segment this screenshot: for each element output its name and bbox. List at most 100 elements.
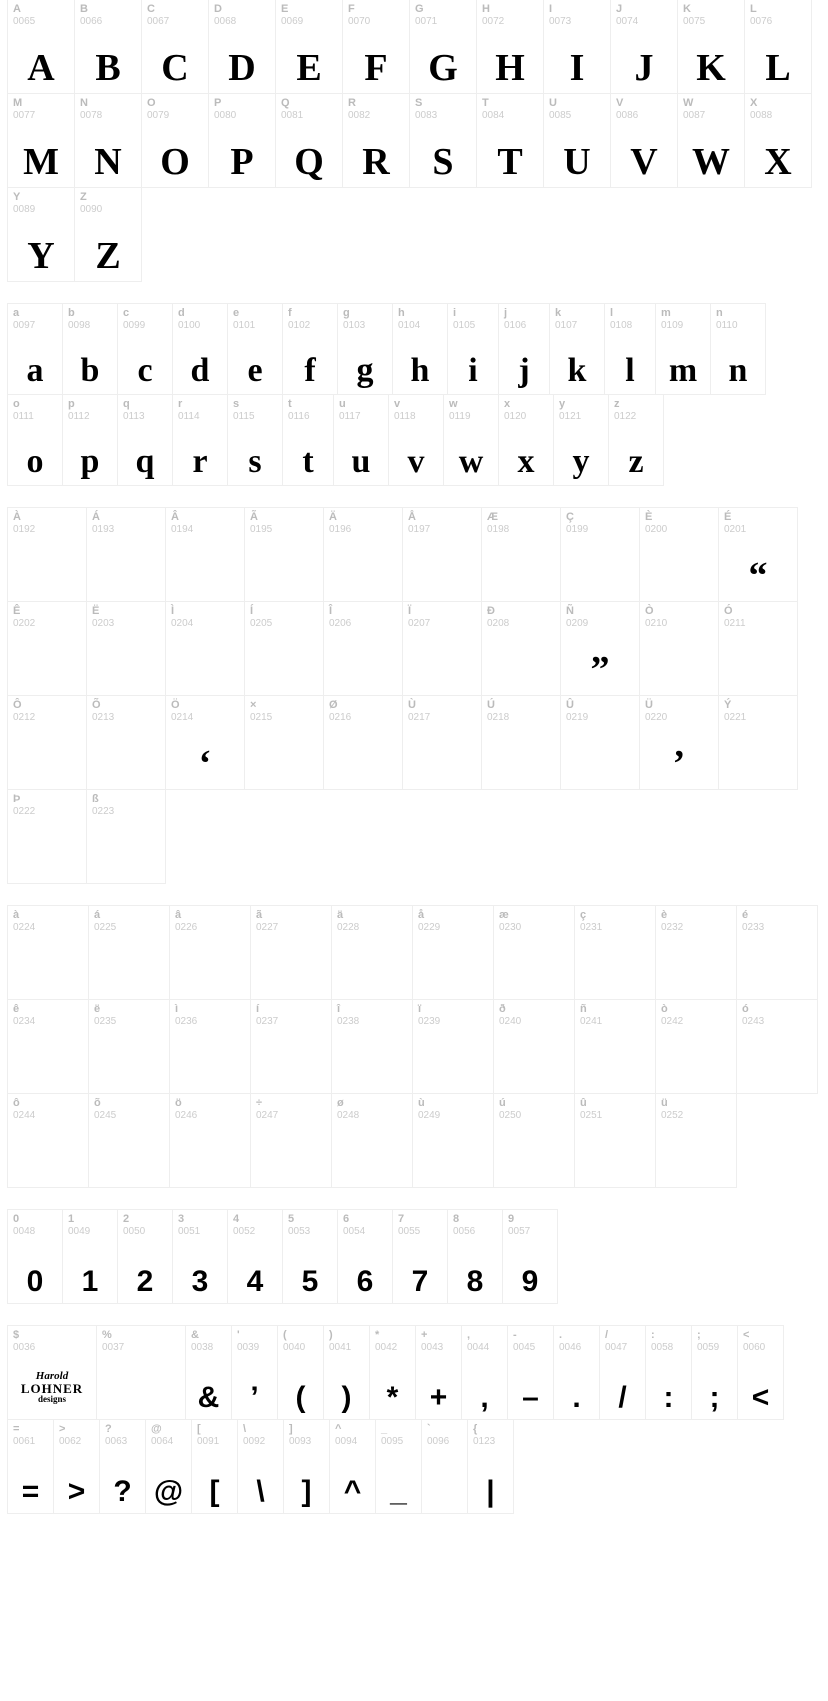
glyph-cell[interactable]: Y0089Y [7, 187, 75, 282]
glyph-cell[interactable]: 000480 [7, 1209, 63, 1304]
glyph-cell[interactable]: Ö0214‘ [165, 695, 245, 790]
glyph-cell[interactable]: (0040( [277, 1325, 324, 1420]
glyph-cell[interactable]: \0092\ [237, 1419, 284, 1514]
glyph-cell[interactable]: å0229 [412, 905, 494, 1000]
glyph-cell[interactable]: E0069E [275, 0, 343, 94]
glyph-cell[interactable]: ó0243 [736, 999, 818, 1094]
glyph-cell[interactable]: $0036HaroldLOHNERdesigns [7, 1325, 97, 1420]
glyph-cell[interactable]: r0114r [172, 394, 228, 486]
glyph-cell[interactable]: %0037 [96, 1325, 186, 1420]
glyph-cell[interactable]: ü0252 [655, 1093, 737, 1188]
glyph-cell[interactable]: y0121y [553, 394, 609, 486]
glyph-cell[interactable]: O0079O [141, 93, 209, 188]
glyph-cell[interactable]: 900579 [502, 1209, 558, 1304]
glyph-cell[interactable]: +0043+ [415, 1325, 462, 1420]
glyph-cell[interactable]: â0226 [169, 905, 251, 1000]
glyph-cell[interactable]: n0110n [710, 303, 766, 395]
glyph-cell[interactable]: ß0223 [86, 789, 166, 884]
glyph-cell[interactable]: Î0206 [323, 601, 403, 696]
glyph-cell[interactable]: ù0249 [412, 1093, 494, 1188]
glyph-cell[interactable]: 300513 [172, 1209, 228, 1304]
glyph-cell[interactable]: Â0194 [165, 507, 245, 602]
glyph-cell[interactable]: æ0230 [493, 905, 575, 1000]
glyph-cell[interactable]: Ë0203 [86, 601, 166, 696]
glyph-cell[interactable]: o0111o [7, 394, 63, 486]
glyph-cell[interactable]: ,0044, [461, 1325, 508, 1420]
glyph-cell[interactable]: 200502 [117, 1209, 173, 1304]
glyph-cell[interactable]: Ì0204 [165, 601, 245, 696]
glyph-cell[interactable]: Ü0220’ [639, 695, 719, 790]
glyph-cell[interactable]: P0080P [208, 93, 276, 188]
glyph-cell[interactable]: m0109m [655, 303, 711, 395]
glyph-cell[interactable]: X0088X [744, 93, 812, 188]
glyph-cell[interactable]: '0039’ [231, 1325, 278, 1420]
glyph-cell[interactable]: È0200 [639, 507, 719, 602]
glyph-cell[interactable]: Q0081Q [275, 93, 343, 188]
glyph-cell[interactable]: b0098b [62, 303, 118, 395]
glyph-cell[interactable]: Ý0221 [718, 695, 798, 790]
glyph-cell[interactable]: j0106j [498, 303, 550, 395]
glyph-cell[interactable]: ø0248 [331, 1093, 413, 1188]
glyph-cell[interactable]: 800568 [447, 1209, 503, 1304]
glyph-cell[interactable]: A0065A [7, 0, 75, 94]
glyph-cell[interactable]: v0118v [388, 394, 444, 486]
glyph-cell[interactable]: É0201“ [718, 507, 798, 602]
glyph-cell[interactable]: ?0063? [99, 1419, 146, 1514]
glyph-cell[interactable]: Ø0216 [323, 695, 403, 790]
glyph-cell[interactable]: 100491 [62, 1209, 118, 1304]
glyph-cell[interactable]: ð0240 [493, 999, 575, 1094]
glyph-cell[interactable]: À0192 [7, 507, 87, 602]
glyph-cell[interactable]: f0102f [282, 303, 338, 395]
glyph-cell[interactable]: ê0234 [7, 999, 89, 1094]
glyph-cell[interactable]: a0097a [7, 303, 63, 395]
glyph-cell[interactable]: =0061= [7, 1419, 54, 1514]
glyph-cell[interactable]: M0077M [7, 93, 75, 188]
glyph-cell[interactable]: Ó0211 [718, 601, 798, 696]
glyph-cell[interactable]: @0064@ [145, 1419, 192, 1514]
glyph-cell[interactable]: ö0246 [169, 1093, 251, 1188]
glyph-cell[interactable]: Þ0222 [7, 789, 87, 884]
glyph-cell[interactable]: z0122z [608, 394, 664, 486]
glyph-cell[interactable]: 700557 [392, 1209, 448, 1304]
glyph-cell[interactable]: -0045– [507, 1325, 554, 1420]
glyph-cell[interactable]: è0232 [655, 905, 737, 1000]
glyph-cell[interactable]: à0224 [7, 905, 89, 1000]
glyph-cell[interactable]: ;0059; [691, 1325, 738, 1420]
glyph-cell[interactable]: ]0093] [283, 1419, 330, 1514]
glyph-cell[interactable]: ò0242 [655, 999, 737, 1094]
glyph-cell[interactable]: 600546 [337, 1209, 393, 1304]
glyph-cell[interactable]: ï0239 [412, 999, 494, 1094]
glyph-cell[interactable]: d0100d [172, 303, 228, 395]
glyph-cell[interactable]: `0096 [421, 1419, 468, 1514]
glyph-cell[interactable]: Õ0213 [86, 695, 166, 790]
glyph-cell[interactable]: ñ0241 [574, 999, 656, 1094]
glyph-cell[interactable]: L0076L [744, 0, 812, 94]
glyph-cell[interactable]: Ã0195 [244, 507, 324, 602]
glyph-cell[interactable]: :0058: [645, 1325, 692, 1420]
glyph-cell[interactable]: .0046. [553, 1325, 600, 1420]
glyph-cell[interactable]: >0062> [53, 1419, 100, 1514]
glyph-cell[interactable]: Ä0196 [323, 507, 403, 602]
glyph-cell[interactable]: B0066B [74, 0, 142, 94]
glyph-cell[interactable]: W0087W [677, 93, 745, 188]
glyph-cell[interactable]: Ê0202 [7, 601, 87, 696]
glyph-cell[interactable]: k0107k [549, 303, 605, 395]
glyph-cell[interactable]: Ò0210 [639, 601, 719, 696]
glyph-cell[interactable]: ÷0247 [250, 1093, 332, 1188]
glyph-cell[interactable]: w0119w [443, 394, 499, 486]
glyph-cell[interactable]: &0038& [185, 1325, 232, 1420]
glyph-cell[interactable]: {0123| [467, 1419, 514, 1514]
glyph-cell[interactable]: Ð0208 [481, 601, 561, 696]
glyph-cell[interactable]: 500535 [282, 1209, 338, 1304]
glyph-cell[interactable]: )0041) [323, 1325, 370, 1420]
glyph-cell[interactable]: ä0228 [331, 905, 413, 1000]
glyph-cell[interactable]: q0113q [117, 394, 173, 486]
glyph-cell[interactable]: h0104h [392, 303, 448, 395]
glyph-cell[interactable]: ú0250 [493, 1093, 575, 1188]
glyph-cell[interactable]: 400524 [227, 1209, 283, 1304]
glyph-cell[interactable]: S0083S [409, 93, 477, 188]
glyph-cell[interactable]: e0101e [227, 303, 283, 395]
glyph-cell[interactable]: ç0231 [574, 905, 656, 1000]
glyph-cell[interactable]: R0082R [342, 93, 410, 188]
glyph-cell[interactable]: Ñ0209” [560, 601, 640, 696]
